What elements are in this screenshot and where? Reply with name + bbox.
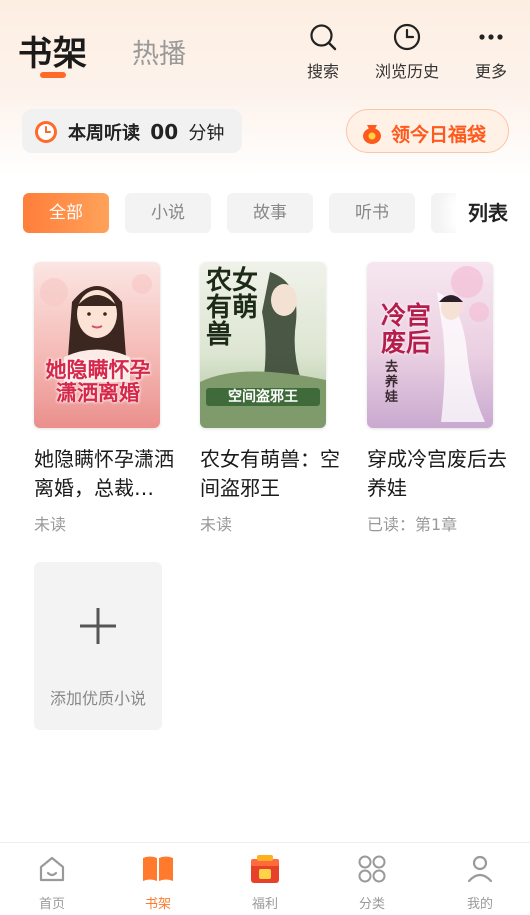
more-button[interactable]: 更多 — [454, 22, 528, 82]
nav-item-profile[interactable]: 我的 — [440, 853, 520, 912]
search-button[interactable]: 搜索 — [286, 22, 360, 82]
filter-chip-audiobook[interactable]: 听书 — [329, 193, 415, 233]
filter-chip-story[interactable]: 故事 — [227, 193, 313, 233]
nav-label-bookshelf: 书架 — [144, 897, 171, 912]
history-label: 浏览历史 — [374, 62, 439, 81]
book-cover[interactable]: 冷宫废后 去养娃 — [367, 262, 493, 428]
list-view-toggle[interactable]: 列表 — [456, 193, 530, 233]
book-card[interactable]: 冷宫废后 去养娃 穿成冷宫废后去养娃 已读：第1章 — [367, 262, 515, 535]
book-cover[interactable]: 农女有萌兽 空间盗邪王 — [200, 262, 326, 428]
add-novel-card[interactable]: 添加优质小说 — [34, 562, 162, 730]
daily-lucky-bag-button[interactable]: 领今日福袋 — [346, 109, 509, 153]
gift-icon — [251, 855, 279, 883]
cover-title: 农女有萌兽 — [206, 266, 259, 350]
cover-subtitle: 空间盗邪王 — [228, 389, 298, 405]
daily-lucky-bag-label: 领今日福袋 — [391, 124, 487, 146]
book-read-status: 未读 — [200, 515, 233, 534]
nav-label-rewards: 福利 — [251, 897, 278, 912]
search-icon — [310, 24, 337, 51]
nav-item-home[interactable]: 首页 — [12, 853, 92, 912]
book-cover[interactable]: 她隐瞒怀孕潇洒离婚 — [34, 262, 160, 428]
book-icon — [143, 856, 173, 881]
app-header: 书架 热播 搜索 浏览历史 更多 — [0, 0, 530, 100]
clock-icon — [393, 23, 421, 51]
history-button[interactable]: 浏览历史 — [370, 22, 444, 82]
nav-label-categories: 分类 — [358, 897, 385, 912]
search-label: 搜索 — [306, 62, 339, 81]
weekly-listen-unit: 分钟 — [188, 123, 225, 144]
nav-label-home: 首页 — [38, 897, 65, 912]
book-title[interactable]: 她隐瞒怀孕潇洒离婚，总裁… — [34, 445, 182, 503]
nav-item-rewards[interactable]: 福利 — [225, 853, 305, 912]
book-card[interactable]: 农女有萌兽 空间盗邪王 农女有萌兽：空间盗邪王 未读 — [200, 262, 348, 535]
filter-chip-novel[interactable]: 小说 — [125, 193, 211, 233]
book-title[interactable]: 穿成冷宫废后去养娃 — [367, 445, 515, 503]
user-icon — [467, 855, 493, 883]
home-icon — [39, 856, 65, 882]
cover-subtitle: 去养娃 — [385, 360, 399, 405]
grid-icon — [358, 855, 386, 883]
add-novel-label: 添加优质小说 — [49, 689, 146, 708]
more-icon — [479, 34, 503, 40]
weekly-listen-stat[interactable]: 本周听读 00 分钟 — [22, 109, 242, 153]
cover-title: 冷宫废后 — [381, 301, 432, 357]
book-card[interactable]: 她隐瞒怀孕潇洒离婚 她隐瞒怀孕潇洒离婚，总裁… 未读 — [34, 262, 182, 535]
alarm-clock-icon — [35, 121, 57, 143]
weekly-listen-label: 本周听读 — [68, 123, 140, 144]
book-read-status: 已读：第1章 — [367, 515, 458, 534]
nav-label-profile: 我的 — [466, 897, 493, 912]
book-title[interactable]: 农女有萌兽：空间盗邪王 — [200, 445, 348, 503]
filter-chip-all[interactable]: 全部 — [23, 193, 109, 233]
lucky-bag-icon — [363, 125, 381, 144]
more-label: 更多 — [474, 62, 507, 81]
tab-bookshelf[interactable]: 书架 — [18, 26, 88, 75]
weekly-listen-value: 00 — [150, 120, 179, 144]
cover-title: 她隐瞒怀孕潇洒离婚 — [45, 357, 151, 405]
tab-hot[interactable]: 热播 — [132, 32, 186, 71]
book-read-status: 未读 — [34, 515, 67, 534]
active-tab-indicator — [40, 72, 66, 78]
nav-item-bookshelf[interactable]: 书架 — [118, 853, 198, 912]
bottom-nav: 首页 书架 福利 分类 我的 — [0, 842, 530, 915]
plus-icon — [80, 608, 116, 644]
nav-item-categories[interactable]: 分类 — [332, 853, 412, 912]
